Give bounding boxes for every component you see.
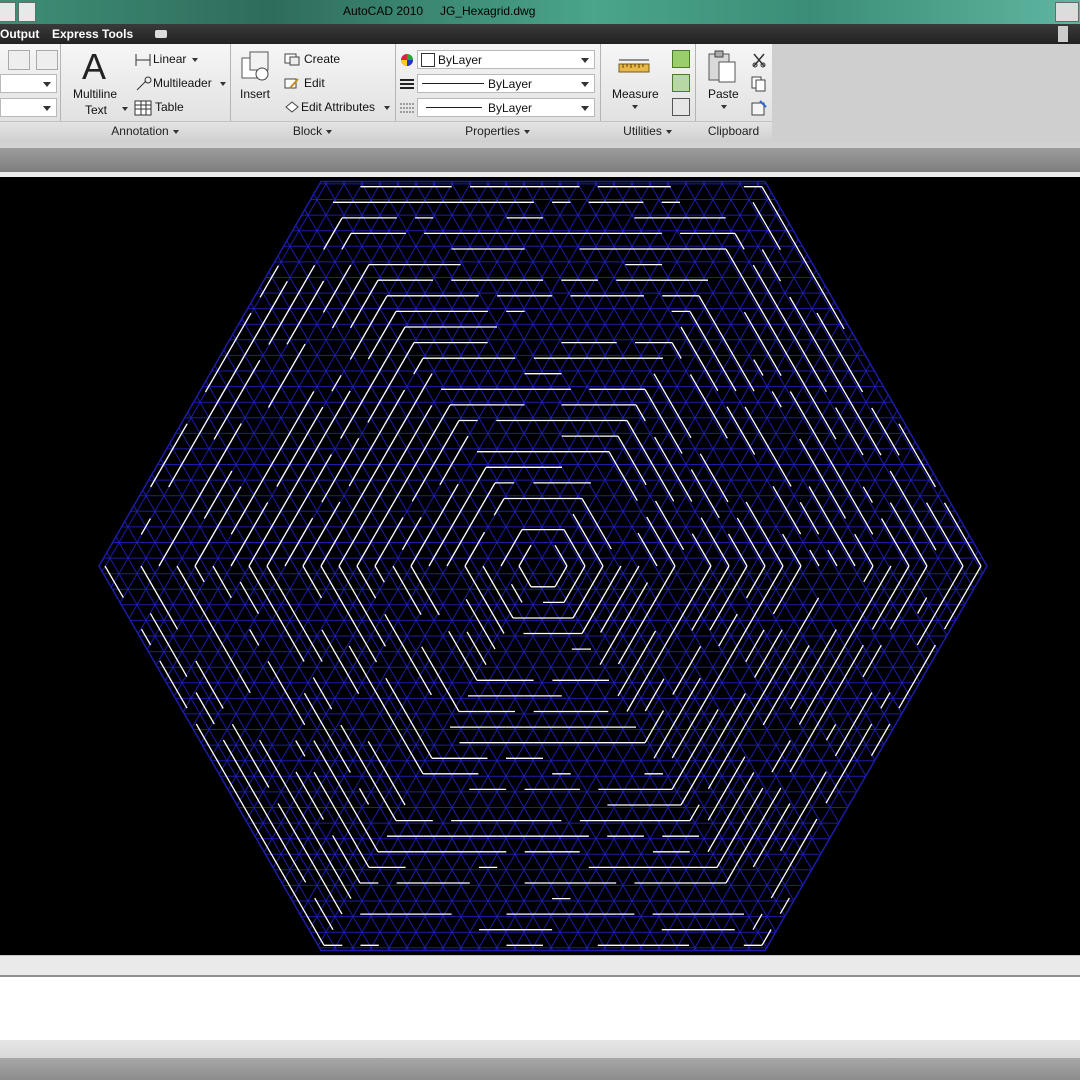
clipboard-panel: Paste Clipboard [695, 44, 773, 142]
copy-icon[interactable] [751, 76, 767, 92]
paste-clipboard-icon [708, 50, 736, 83]
tab-express-tools[interactable]: Express Tools [52, 27, 133, 41]
window-close-button[interactable] [1055, 2, 1079, 22]
edit-block-icon [284, 78, 299, 89]
layer-tool-icon[interactable] [36, 50, 58, 70]
annotation-panel: A Multiline Text Linear Multileader Tabl… [60, 44, 231, 142]
layers-panel-label [0, 121, 60, 142]
id-point-icon[interactable] [672, 74, 690, 92]
linear-dimension-icon [135, 54, 151, 66]
multiline-text-label-2: Text [85, 103, 108, 117]
color-wheel-icon [401, 54, 413, 66]
lineweight-dropdown[interactable]: ByLayer [417, 98, 595, 117]
drawing-canvas[interactable] [0, 177, 1080, 955]
quick-select-icon[interactable] [672, 50, 690, 68]
color-value: ByLayer [438, 53, 483, 67]
command-line[interactable] [0, 975, 1080, 1042]
lineweight-sample [426, 107, 482, 108]
block-panel-title: Block [292, 124, 323, 138]
multileader-label: Multileader [153, 76, 212, 90]
layer-tool-icon[interactable] [8, 50, 30, 70]
status-bar [0, 1040, 1080, 1080]
match-properties-icon[interactable] [751, 100, 767, 116]
edit-attributes-label: Edit Attributes [301, 100, 376, 114]
table-label: Table [155, 100, 184, 114]
title-bar: AutoCAD 2010 JG_Hexagrid.dwg [0, 0, 1080, 24]
annotation-panel-label[interactable]: Annotation [60, 121, 230, 142]
cut-icon[interactable] [751, 52, 767, 68]
linear-label: Linear [153, 52, 187, 66]
status-strip [0, 1058, 1080, 1080]
lineweight-value: ByLayer [488, 101, 533, 115]
chevron-down-icon [122, 107, 128, 111]
app-title: AutoCAD 2010 [343, 4, 424, 18]
properties-panel: ByLayer ByLayer ByLayer Properties [395, 44, 601, 142]
create-block-icon [284, 53, 300, 66]
utilities-panel: Measure Utilities [600, 44, 696, 142]
measure-ruler-icon [618, 59, 650, 73]
measure-label: Measure [612, 87, 659, 101]
lineweight-icon [400, 103, 414, 113]
linetype-dropdown[interactable]: ByLayer [417, 74, 595, 93]
chevron-down-icon [220, 82, 226, 86]
clipboard-panel-label: Clipboard [695, 121, 772, 142]
layout-tab-bar[interactable] [0, 955, 1080, 976]
edit-label: Edit [304, 76, 325, 90]
color-dropdown[interactable]: ByLayer [417, 50, 595, 69]
annotation-panel-title: Annotation [111, 124, 169, 138]
ribbon: A Multiline Text Linear Multileader Tabl… [0, 44, 773, 142]
edit-attributes-icon [285, 101, 299, 113]
drawing-tab-bar [0, 148, 1080, 172]
insert-block-icon [241, 51, 269, 81]
layer-dropdown[interactable] [0, 74, 57, 93]
ribbon-empty-area [772, 44, 1080, 142]
ribbon-tab-bar: Output Express Tools [0, 24, 1080, 44]
properties-panel-title: Properties [465, 124, 520, 138]
scroll-tabs-icon[interactable] [1058, 26, 1068, 42]
table-icon [134, 100, 152, 116]
create-label: Create [304, 52, 341, 66]
window-menu-button[interactable] [0, 2, 16, 22]
layer-dropdown[interactable] [0, 98, 57, 117]
linetype-sample [422, 83, 484, 84]
text-a-icon: A [82, 46, 107, 87]
linetype-value: ByLayer [488, 77, 533, 91]
calculator-icon[interactable] [672, 98, 690, 116]
tab-output[interactable]: Output [0, 27, 39, 41]
file-name: JG_Hexagrid.dwg [440, 4, 536, 18]
chevron-down-icon [721, 105, 727, 109]
multileader-icon [136, 76, 152, 91]
chevron-down-icon [384, 106, 390, 110]
block-panel-label[interactable]: Block [230, 121, 395, 142]
insert-label: Insert [240, 87, 271, 101]
quick-access-button[interactable] [18, 2, 36, 22]
chevron-down-icon [192, 58, 198, 62]
utilities-panel-title: Utilities [623, 124, 662, 138]
hexagon-maze-drawing [98, 180, 988, 952]
linetype-icon [400, 79, 414, 89]
ribbon-minimize-icon[interactable] [155, 30, 167, 38]
color-swatch-icon [421, 53, 435, 67]
chevron-down-icon [632, 105, 638, 109]
block-panel: Insert Create Edit Edit Attributes Block [230, 44, 396, 142]
multiline-text-label: Multiline [73, 87, 118, 101]
properties-panel-label[interactable]: Properties [395, 121, 600, 142]
utilities-panel-label[interactable]: Utilities [600, 121, 695, 142]
layers-panel [0, 44, 61, 142]
clipboard-panel-title: Clipboard [707, 124, 760, 138]
paste-label: Paste [708, 87, 739, 101]
